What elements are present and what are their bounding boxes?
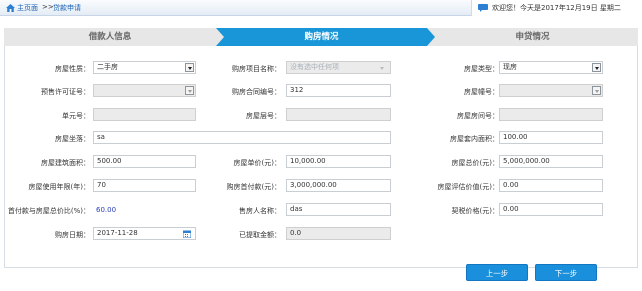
presale-permit-label: 预售许可证号： bbox=[41, 88, 90, 96]
project-name-select[interactable]: 没有选中任何项 bbox=[286, 61, 391, 74]
breadcrumb-current[interactable]: 贷款申请 bbox=[53, 3, 81, 13]
inner-area-input[interactable]: 100.00 bbox=[499, 131, 603, 144]
step-borrower-info[interactable]: 借款人信息 bbox=[4, 28, 216, 46]
building-no-label: 房屋幢号： bbox=[464, 88, 499, 96]
unit-no-label: 单元号： bbox=[62, 112, 90, 120]
room-no-label: 房屋房间号： bbox=[457, 112, 499, 120]
use-years-input[interactable]: 70 bbox=[93, 179, 196, 192]
deed-price-label: 契税价格(元)： bbox=[451, 207, 499, 215]
message-icon[interactable] bbox=[478, 4, 488, 12]
contract-no-label: 购房合同编号： bbox=[232, 88, 281, 96]
down-payment-label: 购房首付款(元)： bbox=[226, 183, 281, 191]
room-no-input[interactable] bbox=[499, 108, 603, 121]
step-purchase-info[interactable]: 购房情况 bbox=[216, 28, 427, 46]
building-area-label: 房屋建筑面积： bbox=[41, 159, 90, 167]
step-arrow bbox=[216, 28, 224, 46]
caret-down-icon bbox=[380, 67, 384, 70]
purchase-date-value: 2017-11-28 bbox=[97, 229, 138, 237]
project-name-placeholder: 没有选中任何项 bbox=[290, 63, 339, 71]
property-type-select[interactable]: 现房 bbox=[499, 61, 603, 74]
address-label: 房屋坐落： bbox=[55, 135, 90, 143]
top-bar: 主页面 >> 贷款申请 欢迎您！今天是2017年12月19日 星期二 bbox=[0, 0, 642, 16]
total-price-label: 房屋总价(元)： bbox=[451, 159, 499, 167]
floor-no-label: 房屋层号： bbox=[246, 112, 281, 120]
welcome-area: 欢迎您！今天是2017年12月19日 星期二 bbox=[471, 0, 642, 16]
down-ratio-label: 首付款与房屋总价比(%)： bbox=[7, 207, 90, 215]
prev-step-button[interactable]: 上一步 bbox=[466, 264, 528, 281]
building-area-input[interactable]: 500.00 bbox=[93, 155, 196, 168]
down-payment-input[interactable]: 3,000,000.00 bbox=[286, 179, 391, 192]
step-progress: 借款人信息 购房情况 申贷情况 bbox=[4, 28, 638, 46]
chevron-down-icon bbox=[185, 63, 194, 72]
unit-no-input[interactable] bbox=[93, 108, 196, 121]
welcome-text: 欢迎您！今天是2017年12月19日 星期二 bbox=[492, 4, 621, 12]
project-name-label: 购房项目名称： bbox=[232, 65, 281, 73]
contract-no-input[interactable]: 312 bbox=[286, 84, 391, 97]
breadcrumb-home[interactable]: 主页面 bbox=[17, 3, 38, 13]
floor-no-input[interactable] bbox=[286, 108, 391, 121]
calendar-icon[interactable] bbox=[183, 230, 191, 238]
down-ratio-value: 60.00 bbox=[96, 206, 117, 214]
property-nature-value: 二手房 bbox=[97, 63, 118, 71]
address-input[interactable]: sa bbox=[93, 131, 391, 144]
property-type-value: 现房 bbox=[503, 63, 517, 71]
purchase-date-input[interactable]: 2017-11-28 bbox=[93, 227, 196, 240]
property-nature-select[interactable]: 二手房 bbox=[93, 61, 196, 74]
breadcrumb-separator: >> bbox=[42, 3, 54, 11]
home-icon bbox=[6, 4, 15, 12]
chevron-down-icon bbox=[592, 86, 601, 95]
building-no-select[interactable] bbox=[499, 84, 603, 97]
property-type-label: 房屋类型： bbox=[464, 65, 499, 73]
inner-area-label: 房屋套内面积： bbox=[450, 135, 499, 143]
step-arrow bbox=[427, 28, 435, 46]
seller-name-input[interactable]: das bbox=[286, 203, 391, 216]
appraisal-value-input[interactable]: 0.00 bbox=[499, 179, 603, 192]
unit-price-input[interactable]: 10,000.00 bbox=[286, 155, 391, 168]
presale-permit-select[interactable] bbox=[93, 84, 196, 97]
withdrawn-amount-input[interactable]: 0.0 bbox=[286, 227, 391, 240]
chevron-down-icon bbox=[185, 86, 194, 95]
unit-price-label: 房屋单价(元)： bbox=[233, 159, 281, 167]
withdrawn-amount-label: 已提取金额： bbox=[239, 231, 281, 239]
appraisal-value-label: 房屋评估价值(元)： bbox=[437, 183, 499, 191]
next-step-button[interactable]: 下一步 bbox=[535, 264, 597, 281]
total-price-input[interactable]: 5,000,000.00 bbox=[499, 155, 603, 168]
use-years-label: 房屋使用年限(年)： bbox=[28, 183, 90, 191]
seller-name-label: 售房人名称： bbox=[239, 207, 281, 215]
step-loan-info[interactable]: 申贷情况 bbox=[427, 28, 638, 46]
chevron-down-icon bbox=[592, 63, 601, 72]
purchase-date-label: 购房日期： bbox=[55, 231, 90, 239]
deed-price-input[interactable]: 0.00 bbox=[499, 203, 603, 216]
property-nature-label: 房屋性质： bbox=[55, 65, 90, 73]
